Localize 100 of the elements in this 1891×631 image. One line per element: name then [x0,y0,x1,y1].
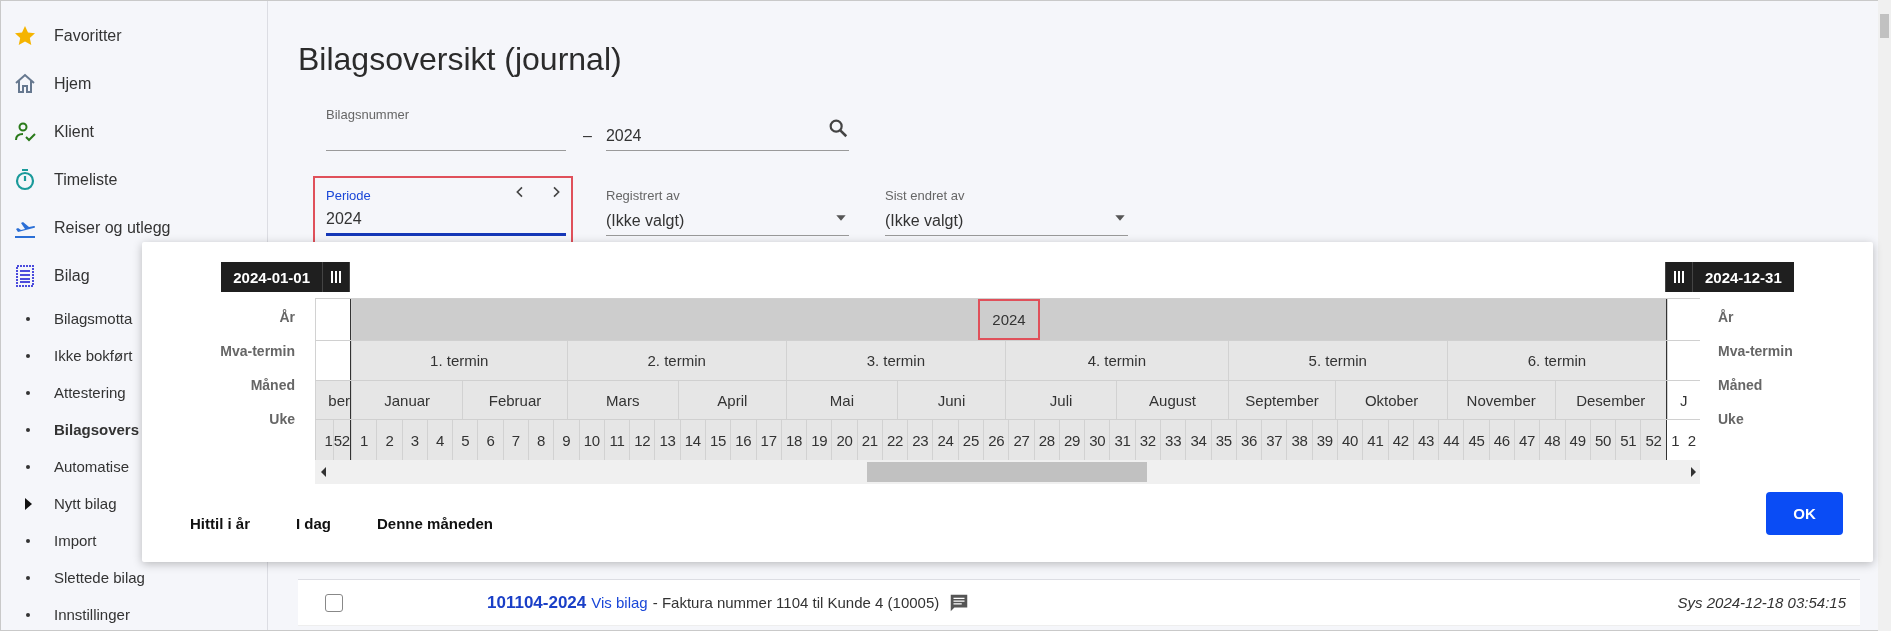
week-cell[interactable]: 18 [780,420,807,460]
week-cell[interactable]: 17 [755,420,781,460]
start-handle[interactable]: 2024-01-01 [221,262,350,292]
week-cell[interactable]: 14 [679,420,705,460]
month-cell[interactable]: April [677,381,786,419]
week-cell[interactable]: 26 [983,420,1009,460]
scroll-right-icon[interactable] [1691,467,1696,477]
week-cell[interactable]: 39 [1311,420,1337,460]
month-cell[interactable]: Oktober [1335,381,1447,419]
month-cell[interactable]: Mai [785,381,898,419]
shortcut-button[interactable]: Hittil i år [186,508,254,538]
nav-item[interactable]: Reiser og utlegg [1,204,267,252]
week-cell[interactable]: 16 [730,420,756,460]
week-cell[interactable]: 44 [1438,420,1464,460]
month-cell[interactable]: Mars [566,381,678,419]
week-cell[interactable]: 42 [1387,420,1413,460]
week-cell[interactable]: 40 [1336,420,1363,460]
view-link[interactable]: Vis bilag [591,594,648,611]
dropdown-field[interactable]: Registrert av (Ikke valgt) [606,188,849,236]
week-cell[interactable]: 10 [578,420,604,460]
month-cell[interactable]: Desember [1554,381,1666,419]
shortcut-button[interactable]: I dag [292,508,336,538]
nav-item[interactable]: Timeliste [1,156,267,204]
month-cell[interactable]: ber [315,381,350,419]
year-cell[interactable]: 2024 [978,299,1040,340]
week-cell[interactable]: 4 [426,420,453,460]
week-cell[interactable]: 7 [502,420,528,460]
week-cell[interactable]: 41 [1362,420,1388,460]
week-cell[interactable]: 28 [1033,420,1059,460]
week-cell[interactable]: 2 [376,420,402,460]
number-field[interactable]: Bilagsnummer [326,107,566,151]
week-cell[interactable]: 30 [1084,420,1110,460]
month-cell[interactable]: August [1116,381,1228,419]
nav-subitem[interactable]: Automatise [1,448,267,485]
month-cell[interactable]: Januar [351,381,463,419]
nav-subitem[interactable]: Innstillinger [1,596,267,631]
week-cell[interactable]: 29 [1058,420,1085,460]
week-cell[interactable]: 48 [1539,420,1565,460]
nav-subitem[interactable]: Bilagsovers [1,411,267,448]
number-field[interactable]: 2024 [605,107,849,151]
week-cell[interactable]: 5 [452,420,478,460]
week-cell[interactable]: 35 [1210,420,1236,460]
week-cell[interactable]: 33 [1160,420,1186,460]
week-cell[interactable]: 36 [1235,420,1262,460]
week-cell[interactable]: 20 [831,420,857,460]
end-handle[interactable]: 2024-12-31 [1665,262,1794,292]
week-cell[interactable]: 13 [654,420,680,460]
term-cell[interactable]: 4. termin [1004,341,1228,380]
month-cell[interactable]: Februar [462,381,567,419]
week-cell[interactable]: 21 [856,420,882,460]
week-cell[interactable]: 43 [1412,420,1439,460]
week-cell[interactable]: 49 [1564,420,1590,460]
week-cell[interactable]: 15 [704,420,731,460]
nav-subitem[interactable]: Slettede bilag [1,559,267,596]
checkbox[interactable] [325,593,343,612]
week-cell[interactable]: 22 [881,420,908,460]
term-cell[interactable]: 1. termin [351,341,567,380]
week-cell[interactable]: 25 [957,420,984,460]
month-cell[interactable]: Juni [897,381,1005,419]
term-cell[interactable]: 3. termin [785,341,1005,380]
term-cell[interactable]: 6. termin [1446,341,1667,380]
week-cell[interactable]: 50 [1589,420,1616,460]
week-cell[interactable]: 27 [1008,420,1034,460]
week-cell[interactable]: 24 [932,420,958,460]
week-cell[interactable]: 51 [1615,420,1641,460]
week-cell[interactable]: 1 [315,420,333,460]
week-cell[interactable]: 45 [1463,420,1489,460]
week-cell[interactable]: 8 [527,420,554,460]
nav-subitem[interactable]: Bilagsmotta [1,300,267,337]
week-cell[interactable]: 23 [907,420,933,460]
week-cell[interactable]: 19 [806,420,832,460]
month-cell[interactable]: Juli [1004,381,1117,419]
week-cell[interactable]: 34 [1185,420,1211,460]
month-cell[interactable]: November [1446,381,1555,419]
month-cell[interactable]: September [1227,381,1336,419]
scrollbar[interactable] [1878,0,1891,631]
week-cell[interactable]: 11 [603,420,630,460]
week-cell[interactable]: 46 [1488,420,1514,460]
week-cell[interactable]: 47 [1513,420,1540,460]
week-cell[interactable]: 12 [629,420,655,460]
term-cell[interactable]: 5. termin [1227,341,1447,380]
week-cell[interactable]: 37 [1261,420,1287,460]
voucher-link[interactable]: 101104-2024 [487,592,587,613]
horizontal-scrollbar[interactable] [315,460,1700,484]
week-cell[interactable]: 52 [1640,420,1666,460]
week-cell[interactable]: 38 [1286,420,1312,460]
week-cell[interactable]: 1 [351,420,377,460]
nav-item[interactable]: Favoritter [1,12,267,60]
nav-item[interactable]: Hjem [1,60,267,108]
week-cell[interactable]: 31 [1109,420,1135,460]
period-field[interactable]: Periode 2024 [326,180,566,236]
scroll-left-icon[interactable] [321,467,326,477]
dropdown-field[interactable]: Sist endret av (Ikke valgt) [885,188,1128,236]
week-cell[interactable]: 9 [553,420,579,460]
nav-item[interactable]: Klient [1,108,267,156]
week-cell[interactable]: 32 [1134,420,1160,460]
ok-button[interactable]: OK [1766,491,1843,535]
week-cell[interactable]: 6 [477,420,503,460]
week-cell[interactable]: 3 [401,420,427,460]
shortcut-button[interactable]: Denne måneden [373,508,497,538]
